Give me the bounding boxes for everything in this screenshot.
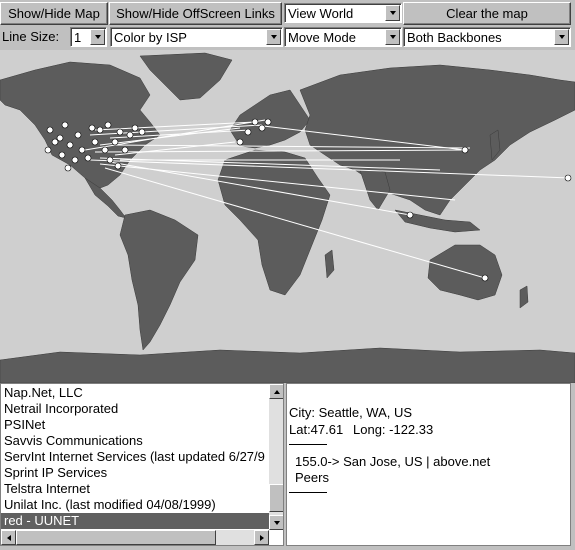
list-item[interactable]: Netrail Incorporated bbox=[4, 401, 118, 417]
link-line bbox=[89, 159, 571, 179]
scroll-right-arrow-icon[interactable] bbox=[254, 530, 269, 545]
node bbox=[74, 131, 82, 139]
horizontal-scrollbar[interactable] bbox=[1, 530, 269, 545]
color-by-select[interactable]: Color by ISP bbox=[110, 27, 283, 47]
node bbox=[126, 131, 134, 139]
node bbox=[101, 146, 109, 154]
list-item[interactable]: Telstra Internet bbox=[4, 481, 90, 497]
node bbox=[56, 134, 64, 142]
node bbox=[84, 154, 92, 162]
world-map-canvas[interactable] bbox=[0, 50, 575, 384]
node bbox=[111, 138, 119, 146]
isp-listbox[interactable]: Nap.Net, LLC Netrail Incorporated PSINet… bbox=[0, 383, 284, 546]
list-item[interactable]: Nap.Net, LLC bbox=[4, 385, 83, 401]
scroll-up-arrow-icon[interactable] bbox=[269, 384, 283, 399]
greenland-landmass bbox=[139, 52, 233, 101]
view-select[interactable]: View World bbox=[284, 3, 402, 23]
list-item[interactable]: Sprint IP Services bbox=[4, 465, 107, 481]
node bbox=[138, 128, 146, 136]
node bbox=[96, 126, 104, 134]
line-size-select[interactable]: 1 bbox=[70, 27, 107, 47]
show-hide-offscreen-links-button[interactable]: Show/Hide OffScreen Links bbox=[109, 2, 282, 25]
scroll-down-arrow-icon[interactable] bbox=[269, 515, 283, 530]
list-item[interactable]: ServInt Internet Services (last updated … bbox=[4, 449, 265, 465]
antarctica-landmass bbox=[0, 347, 575, 384]
node bbox=[564, 174, 572, 182]
show-hide-map-button[interactable]: Show/Hide Map bbox=[0, 2, 108, 25]
line-size-label: Line Size: bbox=[2, 29, 60, 44]
list-item[interactable]: Savvis Communications bbox=[4, 433, 143, 449]
india-landmass bbox=[359, 169, 391, 211]
peers-text: Peers bbox=[295, 470, 329, 485]
node bbox=[61, 121, 69, 129]
node bbox=[481, 274, 489, 282]
node bbox=[44, 146, 52, 154]
new-zealand-landmass bbox=[519, 285, 529, 309]
city-text: City: Seattle, WA, US bbox=[289, 405, 413, 420]
clear-map-button[interactable]: Clear the map bbox=[403, 2, 571, 25]
node bbox=[461, 146, 469, 154]
vertical-scrollbar[interactable] bbox=[269, 384, 283, 530]
node bbox=[131, 124, 139, 132]
list-item-selected[interactable]: red - UUNET bbox=[1, 513, 269, 529]
node bbox=[104, 121, 112, 129]
longitude-text: Long: -122.33 bbox=[353, 422, 434, 437]
europe-landmass bbox=[229, 89, 311, 149]
mode-value: Move Mode bbox=[288, 29, 356, 45]
node bbox=[88, 124, 96, 132]
list-item[interactable]: PSINet bbox=[4, 417, 45, 433]
node bbox=[114, 162, 122, 170]
node bbox=[71, 156, 79, 164]
chevron-down-icon[interactable] bbox=[266, 29, 281, 45]
node bbox=[66, 141, 74, 149]
node bbox=[251, 118, 259, 126]
node bbox=[406, 211, 414, 219]
latitude-text: Lat:47.61 bbox=[289, 422, 344, 437]
color-by-value: Color by ISP bbox=[114, 29, 187, 45]
list-item[interactable]: Unilat Inc. (last modified 04/08/1999) bbox=[4, 497, 216, 513]
chevron-down-icon[interactable] bbox=[385, 5, 400, 21]
africa-landmass bbox=[217, 149, 331, 296]
scroll-left-arrow-icon[interactable] bbox=[1, 530, 16, 545]
node bbox=[258, 124, 266, 132]
node bbox=[58, 151, 66, 159]
backbone-select[interactable]: Both Backbones bbox=[403, 27, 571, 47]
view-select-value: View World bbox=[288, 5, 354, 21]
node bbox=[106, 156, 114, 164]
node bbox=[64, 164, 72, 172]
node bbox=[244, 128, 252, 136]
chevron-down-icon[interactable] bbox=[554, 29, 569, 45]
node bbox=[91, 138, 99, 146]
chevron-down-icon[interactable] bbox=[385, 29, 400, 45]
chevron-down-icon[interactable] bbox=[90, 29, 105, 45]
madagascar-landmass bbox=[324, 249, 335, 279]
world-map[interactable] bbox=[0, 50, 575, 384]
horizontal-scroll-thumb[interactable] bbox=[16, 530, 216, 545]
node bbox=[51, 138, 59, 146]
backbone-value: Both Backbones bbox=[407, 29, 502, 45]
node bbox=[121, 146, 129, 154]
south-america-landmass bbox=[119, 209, 199, 351]
node bbox=[264, 118, 272, 126]
line-size-value: 1 bbox=[74, 29, 82, 45]
vertical-scroll-thumb[interactable] bbox=[269, 484, 283, 512]
node bbox=[46, 126, 54, 134]
asia-landmass bbox=[299, 64, 575, 216]
node bbox=[116, 128, 124, 136]
divider bbox=[289, 444, 327, 445]
divider bbox=[289, 492, 327, 493]
info-panel: City: Seattle, WA, US Lat:47.61 Long: -1… bbox=[286, 383, 571, 546]
mode-select[interactable]: Move Mode bbox=[284, 27, 402, 47]
link-text: 155.0-> San Jose, US | above.net bbox=[295, 454, 491, 469]
node bbox=[78, 146, 86, 154]
node bbox=[236, 138, 244, 146]
continents bbox=[0, 52, 575, 384]
